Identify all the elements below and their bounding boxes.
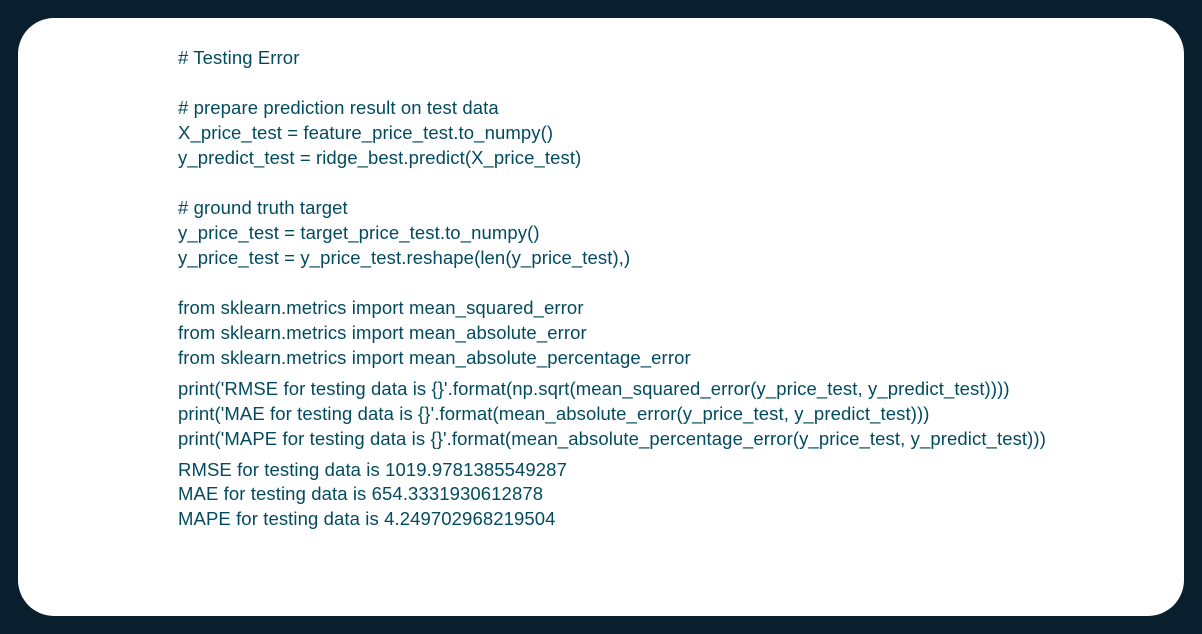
code-block-2: print('RMSE for testing data is {}'.form… (178, 377, 1046, 452)
output-block: RMSE for testing data is 1019.9781385549… (178, 458, 1046, 533)
code-block-1: # Testing Error # prepare prediction res… (178, 46, 1046, 371)
code-card: # Testing Error # prepare prediction res… (18, 18, 1184, 616)
